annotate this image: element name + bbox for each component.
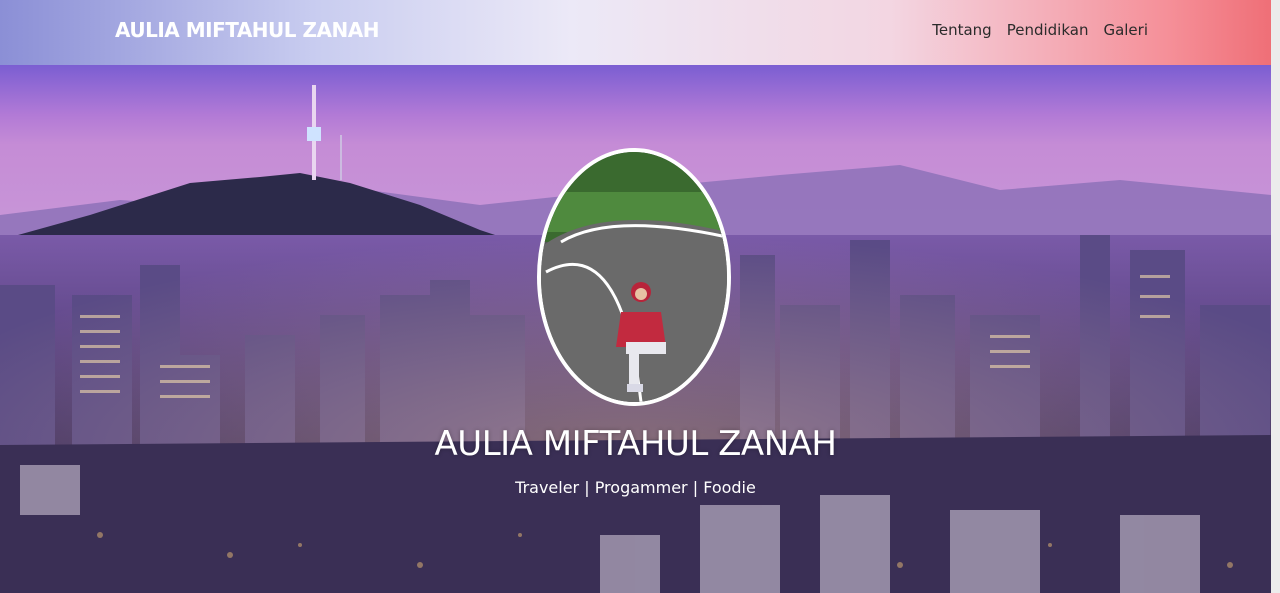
- navbar: AULIA MIFTAHUL ZANAH Tentang Pendidikan …: [0, 0, 1271, 65]
- hero-tagline: Traveler | Progammer | Foodie: [515, 478, 756, 497]
- nav-link-galeri[interactable]: Galeri: [1103, 21, 1148, 39]
- nav-menu: Tentang Pendidikan Galeri: [932, 21, 1148, 39]
- profile-photo: [537, 148, 731, 406]
- nav-link-pendidikan[interactable]: Pendidikan: [1007, 21, 1089, 39]
- hero-section: AULIA MIFTAHUL ZANAH Traveler | Progamme…: [0, 65, 1271, 593]
- scrollbar[interactable]: [1271, 0, 1280, 593]
- hero-name: AULIA MIFTAHUL ZANAH: [434, 424, 837, 464]
- nav-link-tentang[interactable]: Tentang: [932, 21, 991, 39]
- brand-logo[interactable]: AULIA MIFTAHUL ZANAH: [115, 18, 379, 42]
